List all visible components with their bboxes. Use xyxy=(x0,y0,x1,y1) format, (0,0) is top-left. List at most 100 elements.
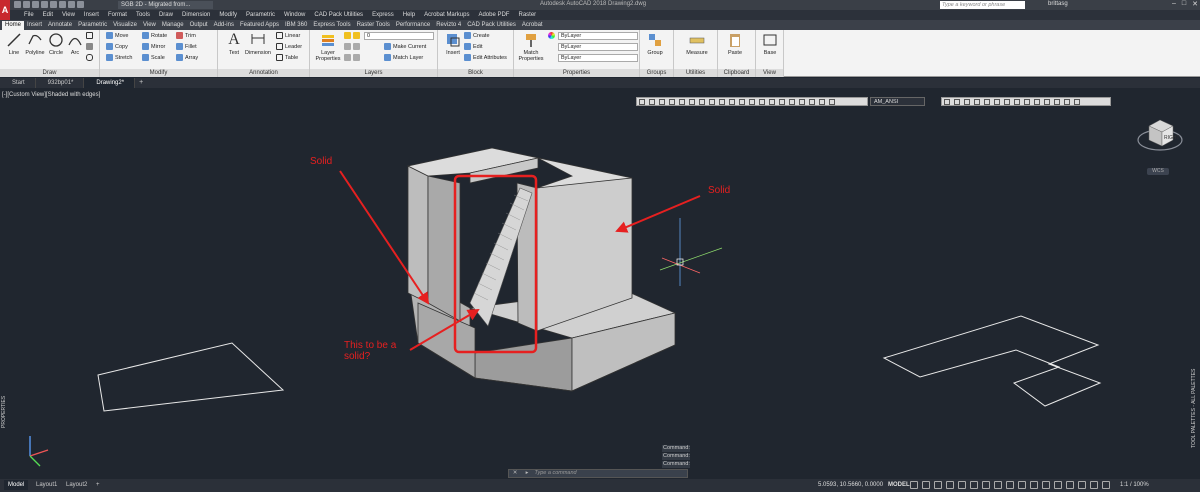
share-icon[interactable] xyxy=(77,1,84,8)
auto-scale-icon[interactable] xyxy=(1090,481,1098,489)
dim-space-icon[interactable] xyxy=(749,99,755,105)
arc-tool[interactable]: Arc xyxy=(62,32,88,56)
dim-quick-icon[interactable] xyxy=(719,99,725,105)
layer-tools-row1[interactable] xyxy=(344,43,362,52)
utilities-panel-label[interactable]: Utilities xyxy=(674,69,717,77)
coordinate-readout[interactable]: 5.0593, 10.5660, 0.0000 xyxy=(818,482,883,488)
ribbon-tab-output[interactable]: Output xyxy=(187,21,211,30)
snap-tangent-icon[interactable] xyxy=(1014,99,1020,105)
move-tool[interactable]: Move xyxy=(106,32,128,41)
snap-parallel-icon[interactable] xyxy=(1034,99,1040,105)
modify-panel-label[interactable]: Modify xyxy=(100,69,217,77)
close-command-icon[interactable]: ✕ xyxy=(509,470,521,477)
ribbon-tab-performance[interactable]: Performance xyxy=(393,21,433,30)
dynamic-ucs-icon[interactable] xyxy=(1042,481,1050,489)
menu-cad-pack-utilities[interactable]: CAD Pack Utilities xyxy=(314,12,363,18)
text-tool[interactable]: A Text xyxy=(221,32,247,57)
user-name[interactable]: brittasg xyxy=(1048,1,1068,7)
dim-text-edit-icon[interactable] xyxy=(819,99,825,105)
snap-endpoint-icon[interactable] xyxy=(944,99,950,105)
osnap-tracking-icon[interactable] xyxy=(970,481,978,489)
color-dropdown[interactable]: ByLayer xyxy=(558,32,638,40)
dim-linear-icon[interactable] xyxy=(639,99,645,105)
base-view-tool[interactable]: Base xyxy=(757,32,783,56)
viewcube-face-label[interactable]: RIGHT xyxy=(1164,135,1180,141)
group-tool[interactable]: Group xyxy=(642,32,668,56)
rectangle-tool[interactable] xyxy=(86,32,95,41)
stretch-tool[interactable]: Stretch xyxy=(106,54,132,63)
snap-apparent-icon[interactable] xyxy=(974,99,980,105)
menu-insert[interactable]: Insert xyxy=(84,12,99,18)
snap-extension-icon[interactable] xyxy=(984,99,990,105)
new-icon[interactable] xyxy=(14,1,21,8)
lineweight-dropdown[interactable]: ByLayer xyxy=(558,54,638,62)
match-layer-tool[interactable]: Match Layer xyxy=(384,54,423,63)
minimize-icon[interactable]: – xyxy=(1172,0,1176,8)
close-icon[interactable]: ✕ xyxy=(1192,0,1198,8)
make-current-tool[interactable]: Make Current xyxy=(384,43,426,52)
table-tool[interactable]: Table xyxy=(276,54,298,63)
dim-ordinate-icon[interactable] xyxy=(669,99,675,105)
layer-tools-row2[interactable] xyxy=(344,54,362,63)
edit-attributes-tool[interactable]: Edit Attributes xyxy=(464,54,507,63)
transparency-icon[interactable] xyxy=(1006,481,1014,489)
hatch-tool[interactable] xyxy=(86,43,95,52)
dim-edit-icon[interactable] xyxy=(809,99,815,105)
tolerance-icon[interactable] xyxy=(769,99,775,105)
menu-express[interactable]: Express xyxy=(372,12,394,18)
edit-block-tool[interactable]: Edit xyxy=(464,43,482,52)
new-tab-icon[interactable]: + xyxy=(135,78,147,88)
ribbon-tab-home[interactable]: Home xyxy=(2,21,25,30)
drawing-viewport[interactable]: [-][Custom View][Shaded with edges] Soli… xyxy=(0,88,1200,479)
wcs-menu[interactable]: WCS xyxy=(1147,168,1169,175)
ribbon-tab-visualize[interactable]: Visualize xyxy=(110,21,140,30)
annotation-scale[interactable]: 1:1 / 100% xyxy=(1120,482,1149,488)
lineweight-icon[interactable] xyxy=(994,481,1002,489)
3d-osnap-icon[interactable] xyxy=(1030,481,1038,489)
snap-insert-icon[interactable] xyxy=(1044,99,1050,105)
ribbon-tab-ibm-360[interactable]: IBM 360 xyxy=(282,21,310,30)
snap-intersection-icon[interactable] xyxy=(964,99,970,105)
file-tab[interactable]: Start xyxy=(0,78,36,88)
jogged-linear-icon[interactable] xyxy=(799,99,805,105)
menu-file[interactable]: File xyxy=(24,12,34,18)
ribbon-tab-add-ins[interactable]: Add-ins xyxy=(211,21,237,30)
properties-panel-label[interactable]: Properties xyxy=(514,69,639,77)
snap-node-icon[interactable] xyxy=(1054,99,1060,105)
linetype-dropdown[interactable]: ByLayer xyxy=(558,43,638,51)
menu-help[interactable]: Help xyxy=(403,12,415,18)
add-layout-icon[interactable]: + xyxy=(92,480,104,490)
menu-adobe-pdf[interactable]: Adobe PDF xyxy=(478,12,509,18)
dim-baseline-icon[interactable] xyxy=(729,99,735,105)
undo-icon[interactable] xyxy=(59,1,66,8)
dim-radius-icon[interactable] xyxy=(679,99,685,105)
leader-tool[interactable]: Leader xyxy=(276,43,302,52)
snap-nearest-icon[interactable] xyxy=(1064,99,1070,105)
ribbon-tab-revizto-4[interactable]: Revizto 4 xyxy=(433,21,464,30)
insert-tool[interactable]: Insert xyxy=(440,32,466,56)
save-as-icon[interactable] xyxy=(41,1,48,8)
layout-tab-layout2[interactable]: Layout2 xyxy=(62,480,91,490)
menu-modify[interactable]: Modify xyxy=(219,12,237,18)
mirror-tool[interactable]: Mirror xyxy=(142,43,165,52)
grid-icon[interactable] xyxy=(910,481,918,489)
ribbon-tab-manage[interactable]: Manage xyxy=(159,21,187,30)
linear-dim-tool[interactable]: Linear xyxy=(276,32,300,41)
layer-dropdown[interactable]: 0 xyxy=(364,32,434,40)
layout-tab-model[interactable]: Model xyxy=(4,480,29,490)
tool-palettes-tab[interactable]: TOOL PALETTES - ALL PALETTES xyxy=(1191,368,1199,448)
ribbon-tab-raster-tools[interactable]: Raster Tools xyxy=(354,21,393,30)
fillet-tool[interactable]: Fillet xyxy=(176,43,197,52)
layer-state-icons[interactable] xyxy=(344,32,362,41)
command-input[interactable]: Type a command xyxy=(535,470,577,476)
menu-acrobat-markups[interactable]: Acrobat Markups xyxy=(424,12,469,18)
redo-icon[interactable] xyxy=(68,1,75,8)
center-mark-icon[interactable] xyxy=(779,99,785,105)
viewcube[interactable]: RIGHT xyxy=(1135,106,1185,156)
save-icon[interactable] xyxy=(32,1,39,8)
menu-parametric[interactable]: Parametric xyxy=(246,12,275,18)
create-block-tool[interactable]: Create xyxy=(464,32,490,41)
dim-continue-icon[interactable] xyxy=(739,99,745,105)
menu-format[interactable]: Format xyxy=(108,12,127,18)
ribbon-tab-view[interactable]: View xyxy=(140,21,159,30)
